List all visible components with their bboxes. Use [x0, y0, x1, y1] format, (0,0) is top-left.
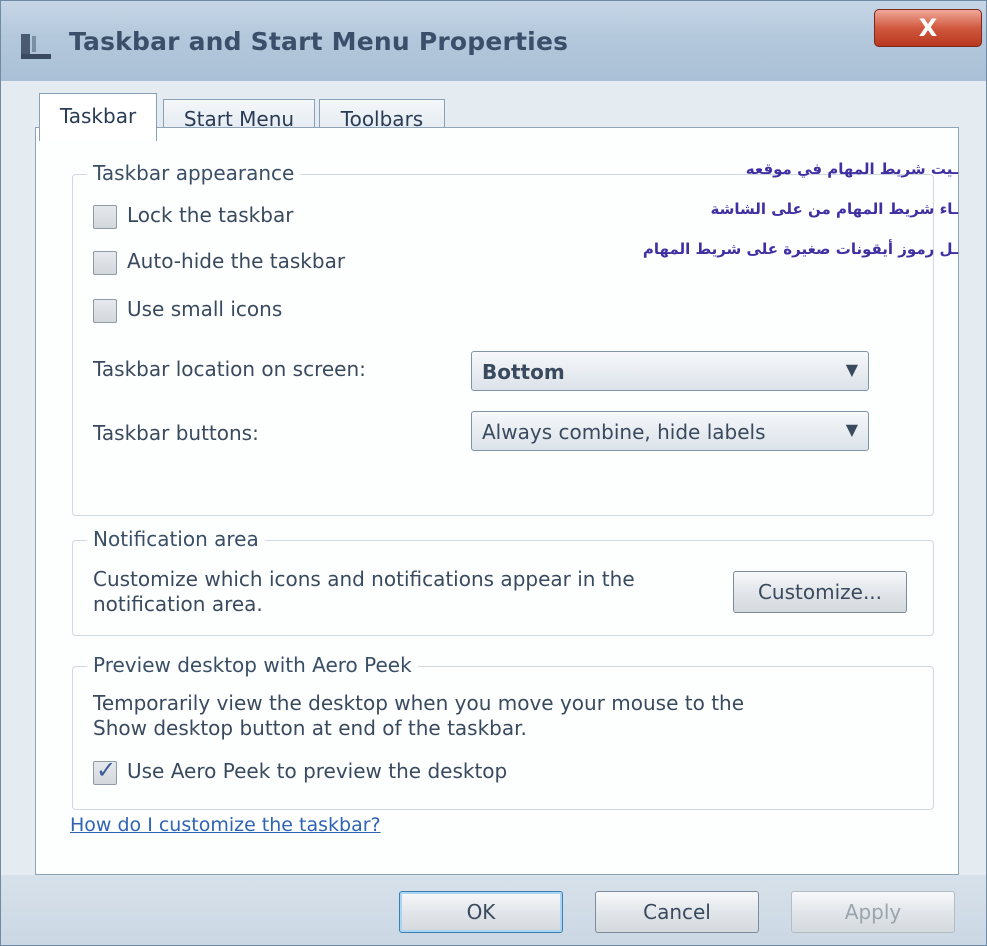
auto-hide-label: Auto-hide the taskbar [127, 249, 346, 273]
taskbar-location-dropdown[interactable]: Bottom ▼ [471, 351, 869, 391]
checkmark-icon: ✓ [96, 756, 117, 784]
aero-peek-group: Preview desktop with Aero Peek Temporari… [72, 653, 934, 810]
taskbar-buttons-label: Taskbar buttons: [93, 421, 259, 445]
notification-description-line2: notification area. [93, 592, 263, 616]
chevron-down-icon: ▼ [845, 360, 858, 379]
chevron-down-icon: ▼ [845, 420, 858, 439]
auto-hide-checkbox[interactable]: Auto-hide the taskbar [93, 249, 413, 279]
small-icons-label: Use small icons [127, 297, 283, 321]
window-title: Taskbar and Start Menu Properties [69, 27, 569, 56]
aero-peek-description: Temporarily view the desktop when you mo… [93, 691, 923, 741]
taskbar-tab-page: Taskbar appearance Lock the taskbar Auto… [35, 127, 959, 875]
notification-description-line1: Customize which icons and notifications … [93, 567, 635, 591]
annotation-small-icons: ـل رموز أيقونات صغيرة على شريط المهام [642, 240, 958, 258]
taskbar-location-value: Bottom [482, 360, 565, 384]
aero-peek-box[interactable]: ✓ [93, 756, 117, 785]
lock-taskbar-box[interactable] [93, 205, 117, 229]
taskbar-appearance-group: Taskbar appearance Lock the taskbar Auto… [72, 161, 934, 516]
taskbar-properties-icon [21, 34, 51, 59]
tab-taskbar[interactable]: Taskbar [39, 93, 157, 141]
notification-area-title: Notification area [87, 527, 265, 551]
lock-taskbar-label: Lock the taskbar [127, 203, 294, 227]
aero-peek-label: Use Aero Peek to preview the desktop [127, 759, 508, 783]
taskbar-buttons-dropdown[interactable]: Always combine, hide labels ▼ [471, 411, 869, 451]
aero-peek-description-line1: Temporarily view the desktop when you mo… [93, 691, 745, 715]
small-icons-box[interactable] [93, 299, 117, 323]
notification-area-description: Customize which icons and notifications … [93, 567, 733, 617]
auto-hide-box[interactable] [93, 251, 117, 275]
notification-area-group: Notification area Customize which icons … [72, 527, 934, 636]
button-bar: OK Cancel Apply [1, 875, 986, 945]
annotation-auto-hide: ـاء شريط المهام من على الشاشة [710, 200, 958, 218]
close-button[interactable]: X [874, 9, 982, 47]
aero-peek-description-line2: Show desktop button at end of the taskba… [93, 716, 527, 740]
customize-taskbar-help-link[interactable]: How do I customize the taskbar? [70, 814, 381, 836]
aero-peek-title: Preview desktop with Aero Peek [87, 653, 418, 677]
apply-button[interactable]: Apply [791, 891, 955, 933]
annotation-lock-taskbar: ـيت شريط المهام في موقعه [745, 160, 958, 178]
taskbar-appearance-title: Taskbar appearance [87, 161, 301, 185]
taskbar-location-label: Taskbar location on screen: [93, 357, 366, 381]
lock-taskbar-checkbox[interactable]: Lock the taskbar [93, 203, 393, 233]
title-bar[interactable]: Taskbar and Start Menu Properties X [1, 1, 986, 81]
dialog-client-area: Taskbar Start Menu Toolbars Taskbar appe… [1, 81, 986, 945]
small-icons-checkbox[interactable]: Use small icons [93, 297, 393, 327]
aero-peek-checkbox[interactable]: ✓ Use Aero Peek to preview the desktop [93, 756, 593, 789]
ok-button[interactable]: OK [399, 891, 563, 933]
customize-button[interactable]: Customize... [733, 571, 907, 613]
properties-window: Taskbar and Start Menu Properties X Task… [0, 0, 987, 946]
taskbar-buttons-value: Always combine, hide labels [482, 420, 766, 444]
cancel-button[interactable]: Cancel [595, 891, 759, 933]
